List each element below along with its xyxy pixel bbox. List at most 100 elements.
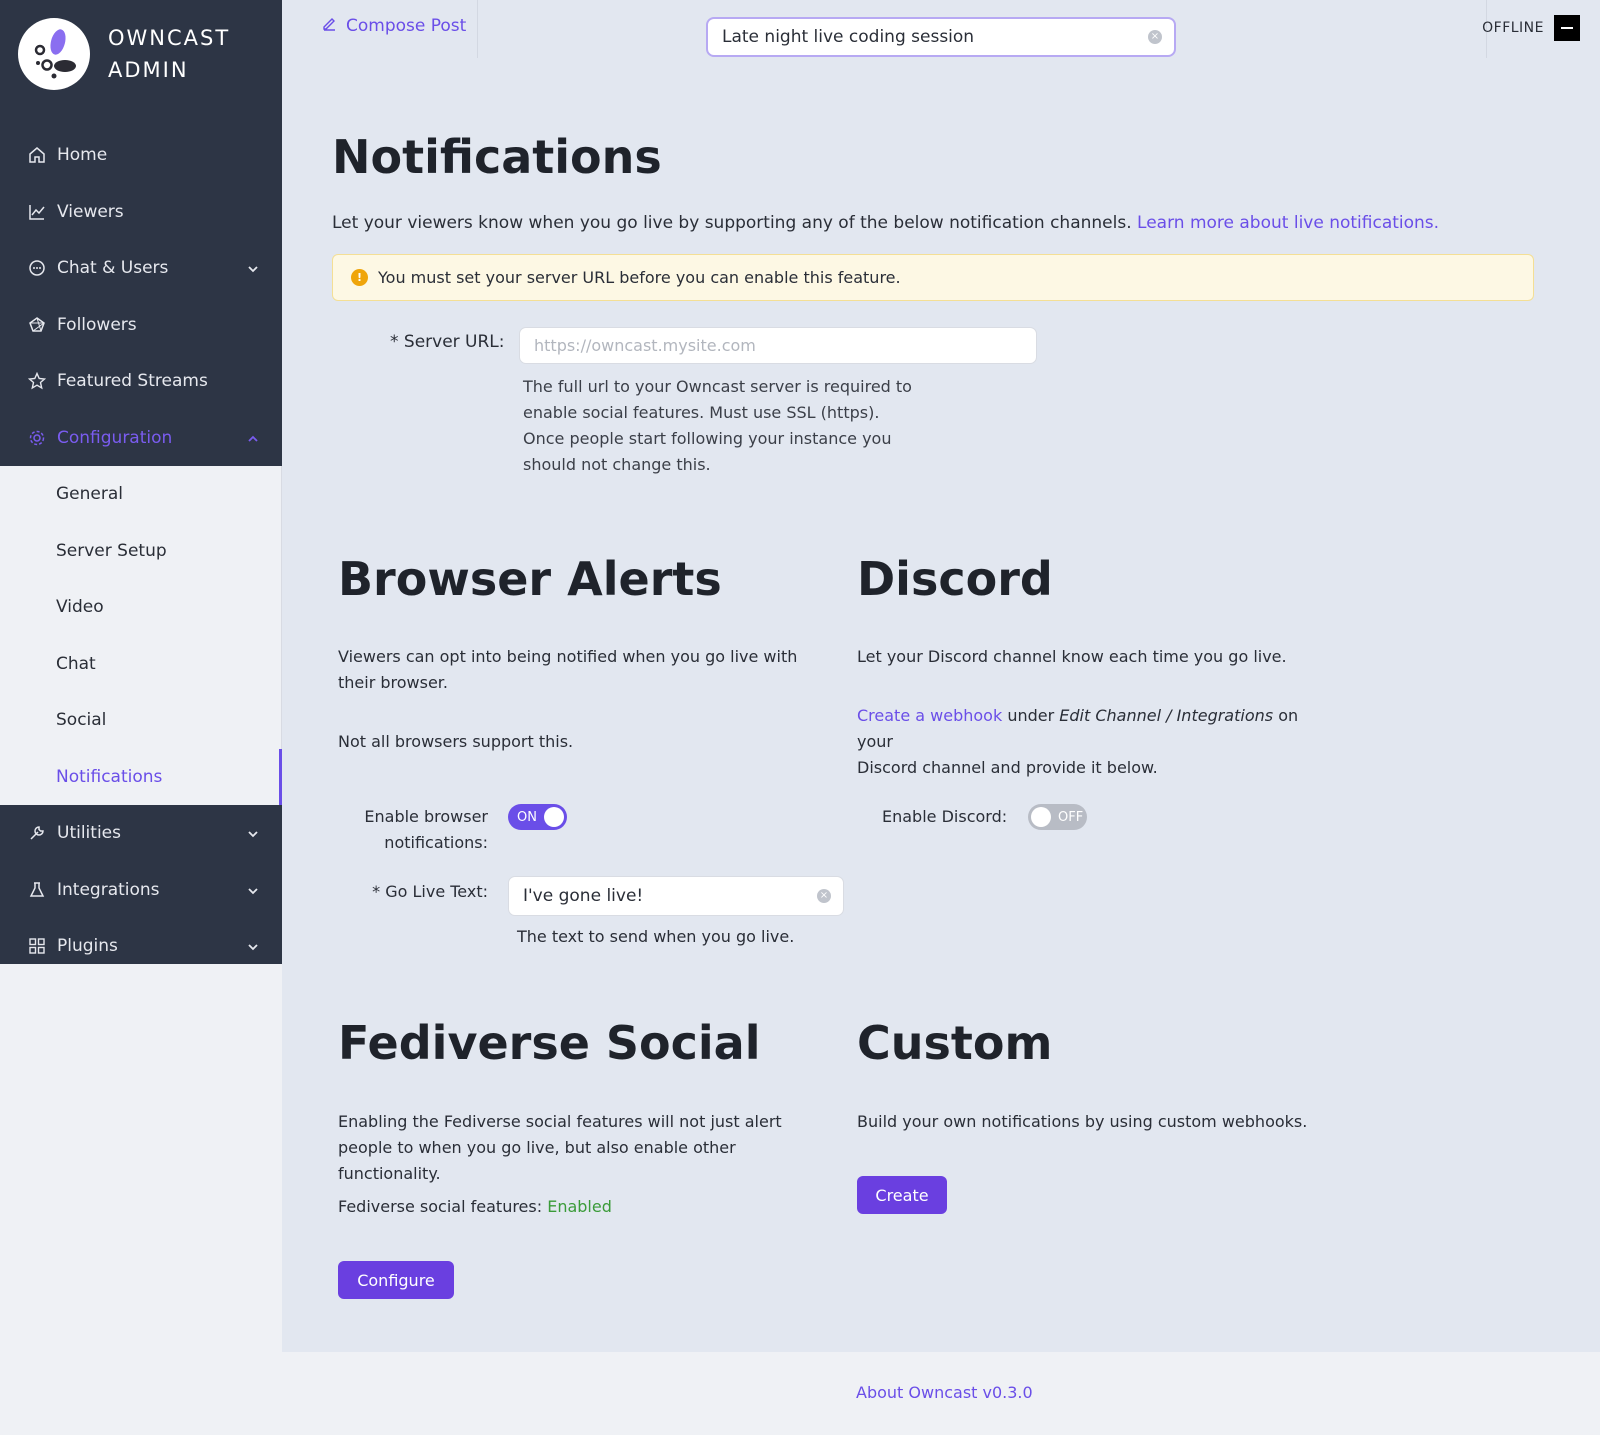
toggle-state-label: OFF: [1058, 809, 1084, 825]
browser-notifications-toggle[interactable]: ON: [508, 804, 567, 830]
clear-icon[interactable]: ×: [817, 889, 831, 903]
server-url-label: * Server URL:: [390, 332, 505, 352]
chat-bubble-icon: [28, 259, 46, 277]
go-live-text-label: * Go Live Text:: [372, 882, 488, 901]
learn-more-link[interactable]: Learn more about live notifications.: [1137, 213, 1439, 233]
alert-text: You must set your server URL before you …: [378, 268, 901, 287]
server-url-placeholder: https://owncast.mysite.com: [534, 336, 756, 355]
sidebar-item-label: Featured Streams: [57, 371, 208, 392]
toggle-state-label: ON: [517, 809, 537, 825]
sidebar-item-plugins[interactable]: Plugins: [0, 918, 282, 975]
sidebar-item-label: Chat & Users: [57, 258, 169, 279]
owncast-logo: [18, 18, 90, 90]
stream-status: OFFLINE: [1482, 15, 1580, 41]
sidebar-item-chat-users[interactable]: Chat & Users: [0, 240, 282, 297]
intro-text: Let your viewers know when you go live b…: [332, 213, 1132, 233]
browser-alerts-note: Not all browsers support this.: [338, 732, 574, 751]
status-label: OFFLINE: [1482, 20, 1544, 36]
chevron-down-icon: [246, 261, 260, 275]
enable-discord-label: Enable Discord:: [882, 807, 1008, 826]
chevron-up-icon: [246, 431, 260, 445]
gear-icon: [28, 429, 46, 447]
enable-browser-notifications-label: Enable browser notifications:: [342, 804, 488, 856]
fediverse-icon: [28, 316, 46, 334]
sidebar-item-general[interactable]: General: [0, 466, 281, 523]
sidebar-item-featured-streams[interactable]: Featured Streams: [0, 353, 282, 410]
instructions-text: Discord channel and provide it below.: [857, 758, 1158, 777]
about-owncast-link[interactable]: About Owncast v0.3.0: [856, 1383, 1033, 1402]
sidebar-item-integrations[interactable]: Integrations: [0, 862, 282, 919]
sidebar-item-chat[interactable]: Chat: [0, 636, 281, 693]
sidebar-item-notifications[interactable]: Notifications: [0, 748, 282, 806]
instructions-emphasis: Edit Channel / Integrations: [1059, 706, 1274, 725]
discord-instructions: Create a webhook under Edit Channel / In…: [857, 703, 1337, 781]
footer: About Owncast v0.3.0: [282, 1352, 1600, 1435]
server-url-input[interactable]: https://owncast.mysite.com: [519, 327, 1037, 364]
fediverse-title: Fediverse Social: [338, 1016, 761, 1070]
go-live-text-help: The text to send when you go live.: [517, 927, 795, 946]
fediverse-status-value: Enabled: [547, 1197, 612, 1216]
main-content: Compose Post Late night live coding sess…: [282, 0, 1600, 1352]
create-button[interactable]: Create: [857, 1176, 947, 1214]
flask-icon: [28, 881, 46, 899]
browser-alerts-desc: Viewers can opt into being notified when…: [338, 647, 798, 692]
configure-button[interactable]: Configure: [338, 1261, 454, 1299]
discord-title: Discord: [857, 552, 1053, 606]
server-url-help: The full url to your Owncast server is r…: [523, 377, 912, 474]
sidebar-item-label: Plugins: [57, 936, 118, 957]
browser-alerts-title: Browser Alerts: [338, 552, 722, 606]
chevron-down-icon: [246, 939, 260, 953]
compose-post-label: Compose Post: [346, 16, 467, 36]
brand-line1: OWNCAST: [108, 26, 231, 50]
home-icon: [28, 146, 46, 164]
sidebar: OWNCAST ADMIN Home Viewers Chat & Users …: [0, 0, 282, 964]
warning-alert: ! You must set your server URL before yo…: [332, 254, 1534, 301]
top-bar: Compose Post Late night live coding sess…: [282, 0, 1600, 58]
brand-title: OWNCAST ADMIN: [108, 22, 230, 86]
sidebar-item-video[interactable]: Video: [0, 579, 281, 636]
brand-line2: ADMIN: [108, 58, 189, 82]
page-title: Notifications: [332, 130, 662, 184]
offline-status-icon: [1554, 15, 1580, 41]
chevron-down-icon: [246, 883, 260, 897]
sidebar-item-label: Followers: [57, 314, 137, 335]
sidebar-item-social[interactable]: Social: [0, 692, 281, 749]
create-webhook-link[interactable]: Create a webhook: [857, 706, 1002, 725]
fediverse-desc: Enabling the Fediverse social features w…: [338, 1112, 782, 1183]
discord-desc: Let your Discord channel know each time …: [857, 647, 1287, 666]
page-intro: Let your viewers know when you go live b…: [332, 213, 1439, 233]
divider: [477, 0, 478, 58]
label-line1: Enable browser: [364, 807, 488, 826]
sidebar-item-configuration[interactable]: Configuration: [0, 410, 282, 467]
sidebar-item-home[interactable]: Home: [0, 127, 282, 184]
pencil-icon: [322, 16, 346, 36]
stream-title-input[interactable]: Late night live coding session ×: [706, 17, 1176, 57]
fediverse-status: Fediverse social features: Enabled: [338, 1194, 612, 1220]
grid-icon: [28, 937, 46, 955]
toggle-knob: [544, 807, 564, 827]
chevron-down-icon: [246, 826, 260, 840]
brand[interactable]: OWNCAST ADMIN: [18, 18, 230, 90]
star-icon: [28, 372, 46, 390]
sidebar-item-label: Utilities: [57, 823, 121, 844]
compose-post-button[interactable]: Compose Post: [322, 16, 466, 36]
label-line2: notifications:: [384, 833, 488, 852]
sidebar-item-utilities[interactable]: Utilities: [0, 805, 282, 862]
sidebar-item-label: Configuration: [57, 427, 173, 448]
go-live-text-input[interactable]: I've gone live! ×: [508, 876, 844, 916]
fediverse-status-label: Fediverse social features:: [338, 1197, 543, 1216]
sidebar-item-label: Viewers: [57, 201, 124, 222]
sidebar-item-viewers[interactable]: Viewers: [0, 184, 282, 241]
configuration-submenu: General Server Setup Video Chat Social N…: [0, 466, 282, 805]
clear-icon[interactable]: ×: [1148, 30, 1162, 44]
sidebar-item-label: Integrations: [57, 879, 160, 900]
sidebar-item-server-setup[interactable]: Server Setup: [0, 523, 281, 580]
custom-title: Custom: [857, 1016, 1053, 1070]
sidebar-item-followers[interactable]: Followers: [0, 297, 282, 354]
discord-toggle[interactable]: OFF: [1028, 804, 1087, 830]
sidebar-nav: Home Viewers Chat & Users Followers Feat…: [0, 127, 282, 975]
wrench-icon: [28, 824, 46, 842]
stream-title-value: Late night live coding session: [722, 27, 975, 47]
go-live-text-value: I've gone live!: [523, 886, 644, 906]
instructions-text: under: [1007, 706, 1055, 725]
